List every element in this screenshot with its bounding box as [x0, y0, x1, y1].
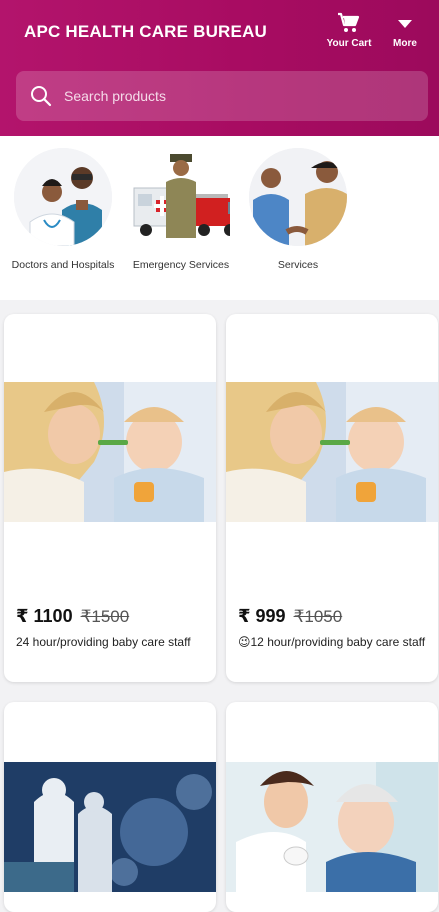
product-card[interactable]: ₹ 1100 ₹1500 24 hour/providing baby care… [4, 314, 216, 682]
search-bar[interactable] [16, 71, 428, 121]
category-emergency[interactable]: Emergency Services [126, 148, 236, 273]
product-card[interactable]: ₹ 999 ₹1050 😉12 hour/providing baby care… [226, 314, 438, 682]
price-row: ₹ 999 ₹1050 [238, 606, 342, 627]
category-label: Emergency Services [132, 259, 230, 271]
app-header: APC HEALTH CARE BUREAU Your Cart More [0, 0, 439, 136]
category-label: Services [277, 259, 319, 271]
more-label: More [393, 38, 417, 49]
cart-label: Your Cart [326, 38, 372, 49]
original-price: ₹1500 [80, 607, 130, 626]
product-card[interactable] [4, 702, 216, 912]
category-doctors[interactable]: Doctors and Hospitals [8, 148, 118, 273]
category-services[interactable]: Services [243, 148, 353, 273]
caret-down-icon [393, 12, 417, 34]
search-input[interactable] [62, 87, 396, 105]
product-description: 😉12 hour/providing baby care staff [238, 635, 426, 649]
more-button[interactable]: More [378, 12, 432, 58]
price: ₹ 1100 [16, 606, 73, 626]
product-description: 24 hour/providing baby care staff [16, 635, 191, 649]
price-row: ₹ 1100 ₹1500 [16, 606, 129, 627]
cart-button[interactable]: Your Cart [322, 12, 376, 58]
mother-baby-image [4, 382, 216, 522]
doctors-image [14, 148, 112, 246]
price: ₹ 999 [238, 606, 286, 626]
nurse-elderly-image [226, 762, 438, 892]
category-strip: Doctors and Hospitals Emergency Services… [0, 136, 439, 300]
search-icon [30, 85, 52, 107]
category-label: Doctors and Hospitals [11, 259, 115, 271]
original-price: ₹1050 [293, 607, 343, 626]
mother-baby-image [226, 382, 438, 522]
medical-staff-image [4, 762, 216, 892]
product-card[interactable] [226, 702, 438, 912]
services-image [249, 148, 347, 246]
cart-icon [337, 12, 361, 34]
emergency-image [132, 148, 230, 246]
app-title: APC HEALTH CARE BUREAU [24, 22, 268, 41]
